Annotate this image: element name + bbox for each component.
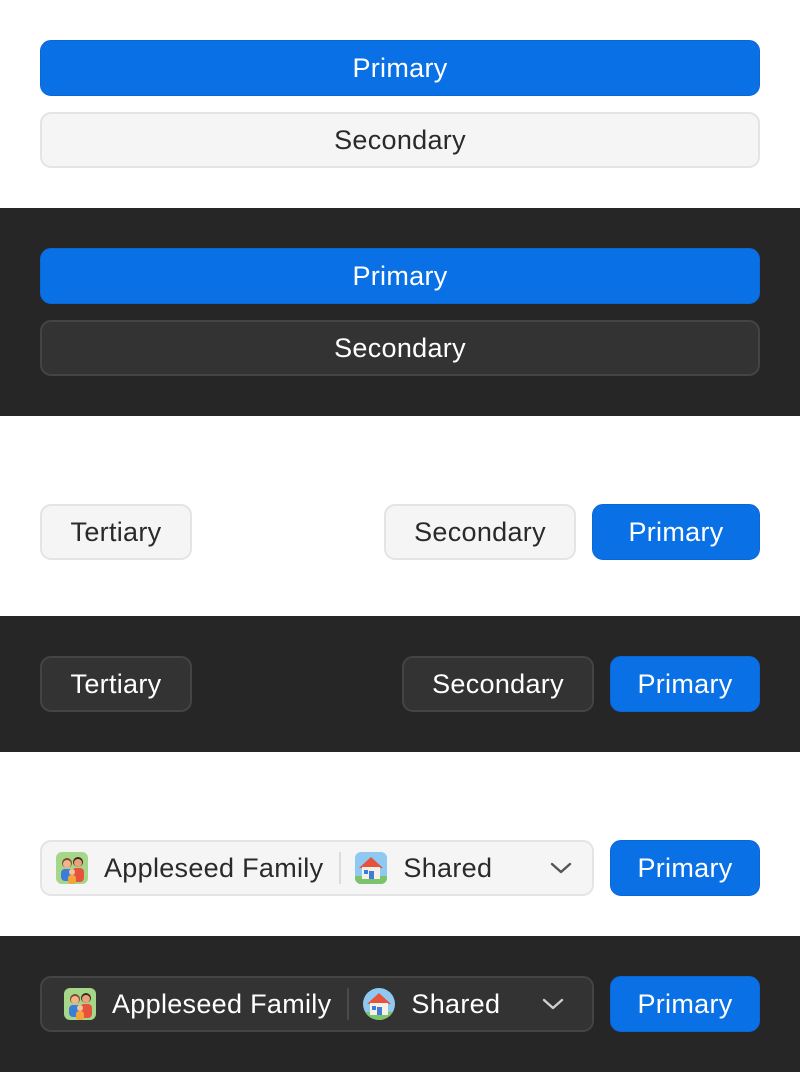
account-segment[interactable]: Appleseed Family [42, 842, 323, 894]
light-stacked-buttons: Primary Secondary [0, 0, 800, 208]
house-icon [355, 852, 388, 884]
library-segment[interactable]: Shared [355, 842, 492, 894]
segment-divider [347, 988, 350, 1020]
account-label: Appleseed Family [112, 988, 332, 1019]
dark-stacked-buttons: Primary Secondary [0, 208, 800, 416]
light-button-row: Tertiary Secondary Primary [0, 416, 800, 616]
tertiary-button[interactable]: Tertiary [40, 656, 192, 712]
secondary-button[interactable]: Secondary [402, 656, 594, 712]
library-label: Shared [411, 988, 501, 1019]
library-picker[interactable]: Appleseed Family Shared [40, 976, 594, 1032]
secondary-button[interactable]: Secondary [40, 320, 760, 376]
library-label: Shared [403, 852, 493, 883]
primary-button[interactable]: Primary [40, 248, 760, 304]
light-picker-row: Appleseed Family Shared Primary [0, 752, 800, 936]
family-avatar-icon [64, 988, 96, 1020]
primary-button[interactable]: Primary [610, 840, 760, 896]
account-label: Appleseed Family [104, 852, 324, 883]
family-avatar-icon [56, 852, 88, 884]
tertiary-button[interactable]: Tertiary [40, 504, 192, 560]
secondary-button[interactable]: Secondary [384, 504, 576, 560]
library-picker[interactable]: Appleseed Family Shared [40, 840, 594, 896]
primary-button[interactable]: Primary [610, 656, 760, 712]
dark-button-row: Tertiary Secondary Primary [0, 616, 800, 752]
primary-button[interactable]: Primary [40, 40, 760, 96]
chevron-down-icon [550, 861, 572, 875]
secondary-button[interactable]: Secondary [40, 112, 760, 168]
library-segment[interactable]: Shared [363, 978, 500, 1030]
segment-divider [339, 852, 342, 884]
house-icon [363, 988, 396, 1020]
dark-picker-row: Appleseed Family Shared Primary [0, 936, 800, 1072]
account-segment[interactable]: Appleseed Family [42, 978, 331, 1030]
primary-button[interactable]: Primary [592, 504, 760, 560]
chevron-down-icon [542, 997, 564, 1011]
primary-button[interactable]: Primary [610, 976, 760, 1032]
